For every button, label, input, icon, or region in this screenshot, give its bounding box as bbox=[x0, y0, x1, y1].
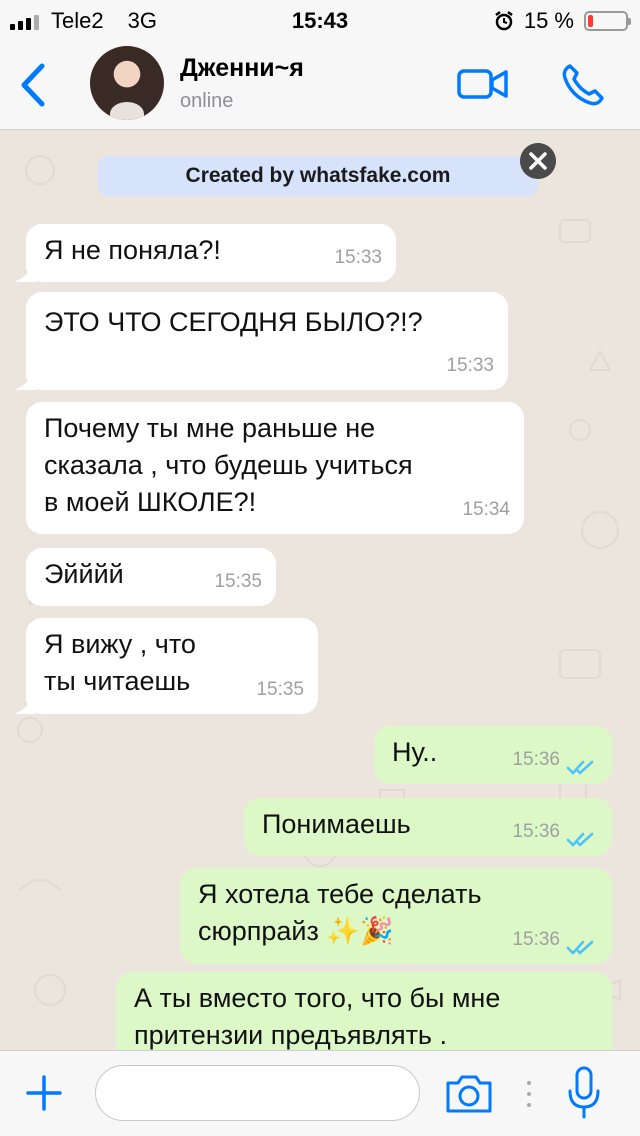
double-check-icon bbox=[566, 832, 594, 847]
close-icon[interactable] bbox=[520, 143, 556, 179]
bubble-tail bbox=[14, 696, 36, 714]
more-dots-icon bbox=[527, 1081, 531, 1107]
avatar[interactable] bbox=[90, 46, 164, 120]
message-text: ЭТО ЧТО СЕГОДНЯ БЫЛО?!? bbox=[44, 307, 423, 337]
chat-area[interactable]: Created by whatsfake.com Я не поняла?! 1… bbox=[0, 130, 640, 1050]
message-bubble-incoming[interactable]: Я не поняла?! 15:33 bbox=[26, 224, 396, 282]
bubble-tail bbox=[14, 372, 36, 390]
message-bubble-outgoing[interactable]: Ну.. 15:36 bbox=[374, 726, 612, 784]
chevron-left-icon[interactable] bbox=[14, 62, 54, 108]
compose-bar bbox=[0, 1050, 640, 1136]
message-text: А ты вместо того, что бы мне притензии п… bbox=[134, 983, 501, 1050]
battery-percent: 15 % bbox=[523, 8, 574, 33]
video-camera-icon[interactable] bbox=[456, 66, 510, 102]
contact-status: online bbox=[180, 90, 234, 112]
camera-icon[interactable] bbox=[444, 1071, 494, 1115]
message-bubble-incoming[interactable]: ЭТО ЧТО СЕГОДНЯ БЫЛО?!? 15:33 bbox=[26, 292, 508, 390]
contact-name[interactable]: Дженни~я bbox=[180, 54, 304, 83]
message-time: 15:34 bbox=[462, 499, 510, 520]
message-text: Понимаешь bbox=[262, 809, 411, 839]
message-bubble-outgoing[interactable]: А ты вместо того, что бы мне притензии п… bbox=[116, 972, 612, 1050]
battery-fill bbox=[588, 15, 593, 27]
message-time: 15:35 bbox=[214, 571, 262, 592]
status-right: 15 % bbox=[494, 8, 631, 34]
message-bubble-incoming[interactable]: Эйййй 15:35 bbox=[26, 548, 276, 606]
message-input[interactable] bbox=[95, 1065, 420, 1121]
bubble-tail bbox=[14, 264, 36, 282]
alarm-clock-icon bbox=[495, 11, 513, 31]
message-time: 15:33 bbox=[334, 247, 382, 268]
message-bubble-outgoing[interactable]: Я хотела тебе сделать сюрпрайз ✨🎉 15:36 bbox=[180, 868, 612, 964]
message-text: Я хотела тебе сделать сюрпрайз ✨🎉 bbox=[198, 879, 482, 946]
watermark-banner: Created by whatsfake.com bbox=[98, 156, 538, 196]
double-check-icon bbox=[566, 940, 594, 955]
microphone-icon[interactable] bbox=[566, 1065, 602, 1121]
message-time: 15:36 bbox=[512, 821, 560, 842]
phone-icon[interactable] bbox=[560, 62, 606, 108]
message-bubble-outgoing[interactable]: Понимаешь 15:36 bbox=[244, 798, 612, 856]
message-bubble-incoming[interactable]: Я вижу , что ты читаешь 15:35 bbox=[26, 618, 318, 714]
message-bubble-incoming[interactable]: Почему ты мне раньше не сказала , что бу… bbox=[26, 402, 524, 534]
message-text: Ну.. bbox=[392, 737, 438, 767]
status-bar: Tele2 3G 15:43 15 % bbox=[0, 0, 640, 40]
plus-icon[interactable] bbox=[22, 1071, 66, 1115]
message-text: Я не поняла?! bbox=[44, 235, 221, 265]
message-time: 15:33 bbox=[446, 355, 494, 376]
message-time: 15:35 bbox=[256, 679, 304, 700]
message-text: Я вижу , что ты читаешь bbox=[44, 629, 196, 696]
message-text: Эйййй bbox=[44, 559, 124, 589]
message-text: Почему ты мне раньше не сказала , что бу… bbox=[44, 413, 413, 517]
message-time: 15:36 bbox=[512, 929, 560, 950]
battery-icon bbox=[584, 11, 631, 31]
double-check-icon bbox=[566, 760, 594, 775]
message-time: 15:36 bbox=[512, 749, 560, 770]
chat-header: Дженни~я online bbox=[0, 40, 640, 130]
